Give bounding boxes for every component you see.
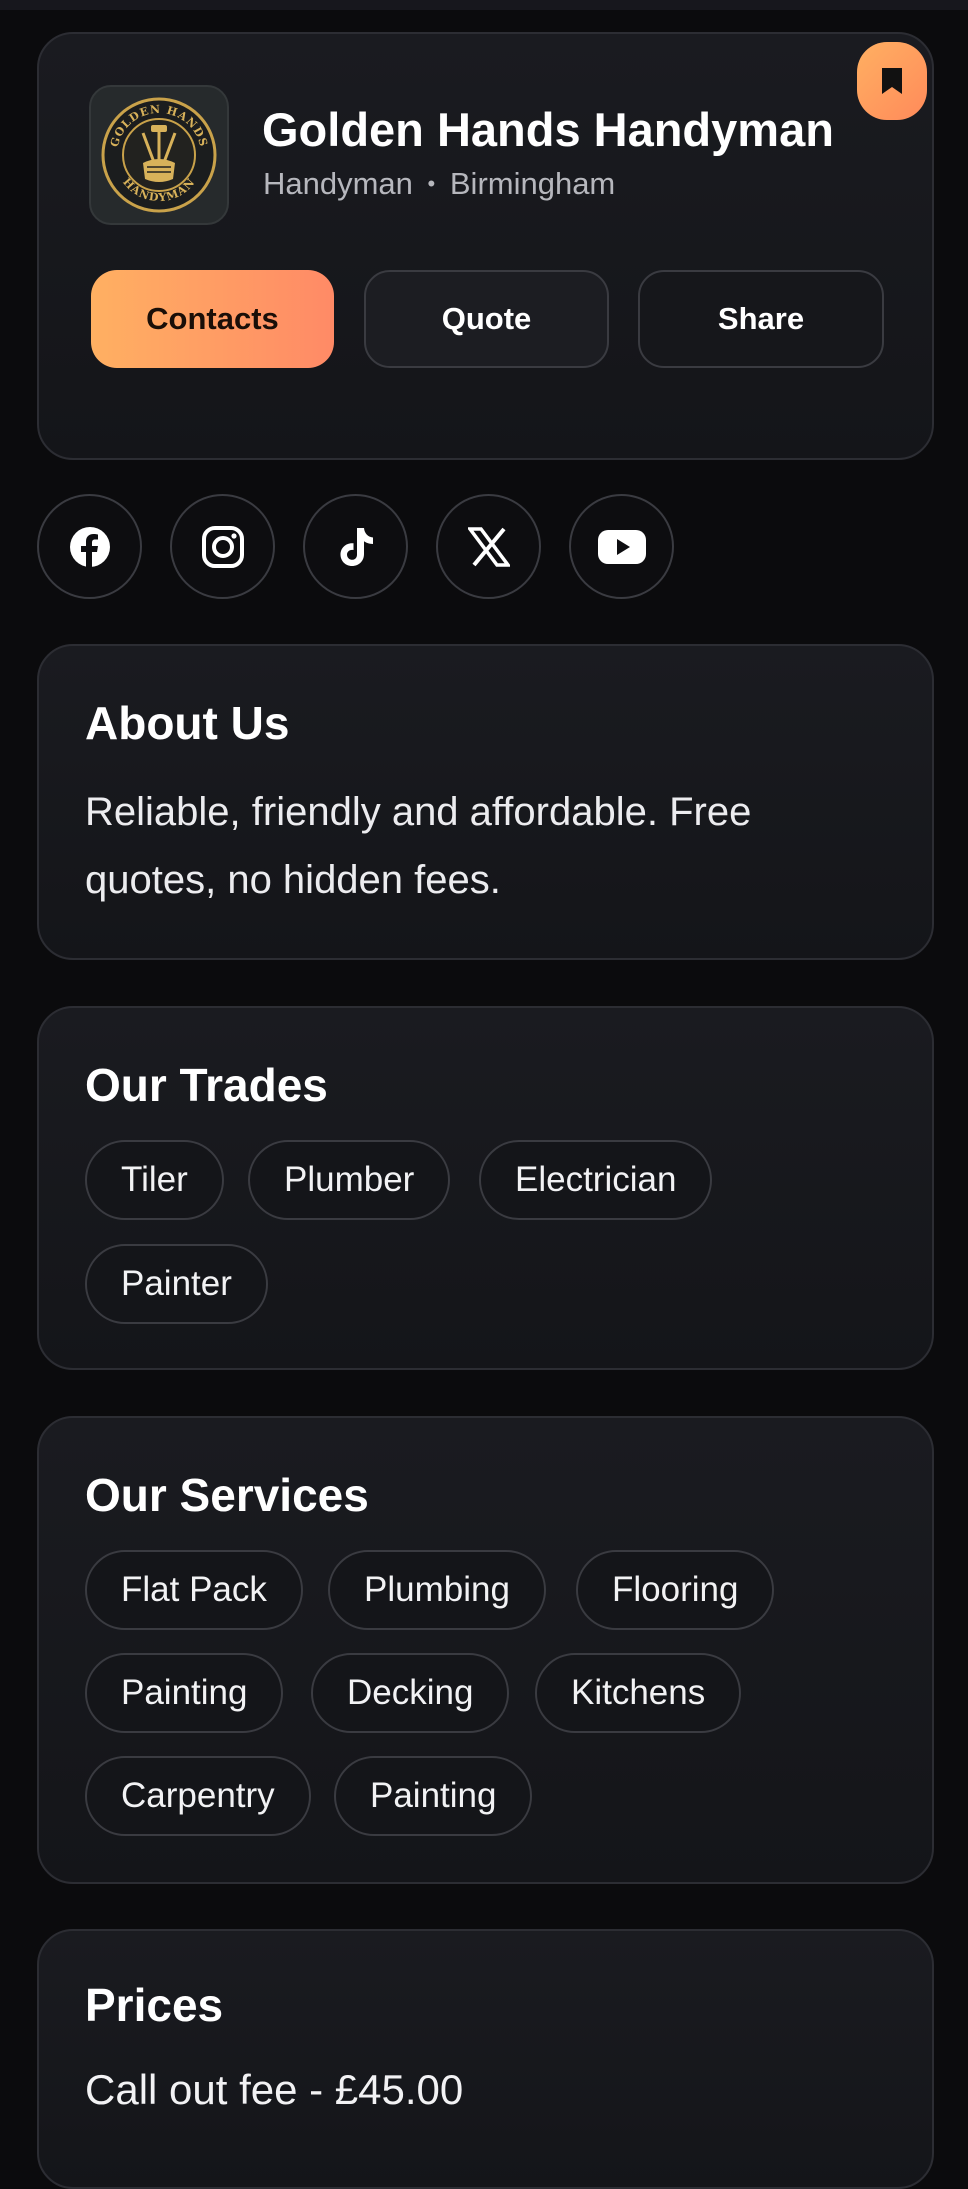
services-section: Our Services Flat Pack Plumbing Flooring… (37, 1416, 934, 1884)
business-logo: GOLDEN HANDS HANDYMAN (89, 85, 229, 225)
trades-title: Our Trades (85, 1059, 328, 1111)
trade-chip-painter[interactable]: Painter (85, 1244, 268, 1324)
instagram-link[interactable] (170, 494, 275, 599)
services-title: Our Services (85, 1469, 369, 1521)
prices-section: Prices Call out fee - £45.00 (37, 1929, 934, 2189)
business-location: Birmingham (449, 166, 616, 201)
service-chip-painting[interactable]: Painting (85, 1653, 284, 1733)
share-button[interactable]: Share (638, 270, 884, 368)
business-header-card: GOLDEN HANDS HANDYMAN Golden Hands Handy… (37, 32, 934, 460)
tiktok-icon (340, 527, 373, 566)
separator-dot: • (427, 171, 436, 196)
service-chip-kitchens[interactable]: Kitchens (535, 1653, 742, 1733)
facebook-link[interactable] (37, 494, 142, 599)
trades-section: Our Trades Tiler Plumber Electrician Pai… (37, 1006, 934, 1370)
prices-title: Prices (85, 1979, 224, 2031)
service-chip-flat-pack[interactable]: Flat Pack (85, 1550, 303, 1630)
x-icon (467, 526, 510, 567)
business-category: Handyman (263, 166, 413, 201)
about-title: About Us (85, 697, 290, 749)
service-chip-flooring[interactable]: Flooring (576, 1550, 775, 1630)
trade-chip-plumber[interactable]: Plumber (248, 1140, 451, 1220)
contacts-button[interactable]: Contacts (91, 270, 334, 368)
price-item: Call out fee - £45.00 (85, 2066, 464, 2113)
golden-hands-logo-icon: GOLDEN HANDS HANDYMAN (101, 97, 217, 213)
about-text: Reliable, friendly and affordable. Free … (85, 790, 752, 902)
facebook-icon (69, 526, 110, 567)
status-bar (0, 0, 968, 10)
about-section: About Us Reliable, friendly and affordab… (37, 644, 934, 960)
business-subtitle: Handyman • Birmingham (263, 166, 615, 202)
service-chip-decking[interactable]: Decking (311, 1653, 510, 1733)
instagram-icon (201, 525, 244, 568)
bookmark-button[interactable] (857, 42, 927, 120)
tiktok-link[interactable] (303, 494, 408, 599)
youtube-link[interactable] (569, 494, 674, 599)
service-chip-plumbing[interactable]: Plumbing (328, 1550, 546, 1630)
x-link[interactable] (436, 494, 541, 599)
business-name: Golden Hands Handyman (262, 103, 834, 156)
youtube-icon (597, 529, 646, 564)
quote-button[interactable]: Quote (364, 270, 609, 368)
trade-chip-tiler[interactable]: Tiler (85, 1140, 224, 1220)
bookmark-icon (882, 68, 902, 94)
service-chip-painting-2[interactable]: Painting (334, 1756, 533, 1836)
service-chip-carpentry[interactable]: Carpentry (85, 1756, 311, 1836)
trade-chip-electrician[interactable]: Electrician (479, 1140, 713, 1220)
